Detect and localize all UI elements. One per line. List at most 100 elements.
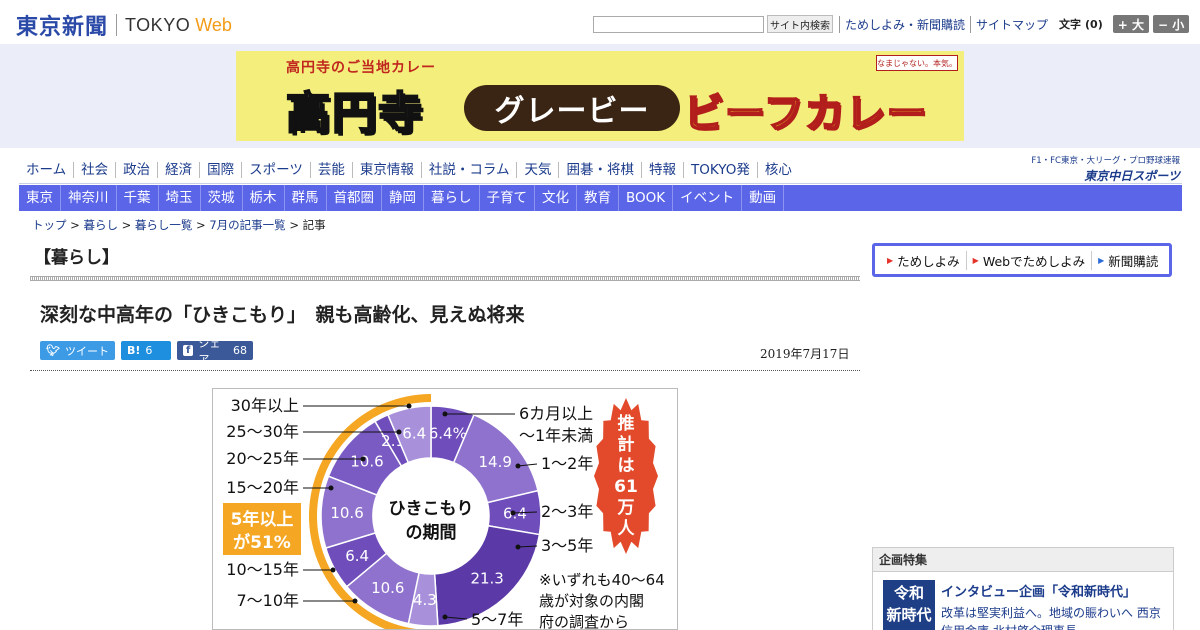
nav-primary-item[interactable]: 社会: [73, 162, 115, 178]
banner-subtitle: 高円寺のご当地カレー: [286, 60, 436, 76]
nav-secondary-item[interactable]: 群馬: [285, 185, 327, 211]
nav-secondary-item[interactable]: 茨城: [201, 185, 243, 211]
nav-secondary-item[interactable]: BOOK: [619, 185, 674, 211]
donut-value-label: 10.6: [350, 453, 383, 471]
nav-primary-item[interactable]: 経済: [157, 162, 199, 178]
nav-primary-item[interactable]: 核心: [756, 162, 799, 178]
donut-value-label: 10.6: [371, 579, 404, 597]
font-bigger-button[interactable]: + 大: [1112, 15, 1149, 33]
nav-secondary-item[interactable]: 子育て: [480, 185, 535, 211]
estimate-burst-text: 万: [617, 498, 635, 518]
nav-secondary-item[interactable]: イベント: [673, 185, 743, 211]
segment-label: 15〜20年: [226, 478, 299, 497]
sports-news-label: F1・FC東京・大リーグ・プロ野球速報: [1031, 156, 1180, 166]
feature-title-link[interactable]: インタビュー企画「令和新時代」: [941, 581, 1136, 600]
estimate-burst-text: は: [618, 456, 635, 476]
nav-secondary-item[interactable]: 首都圏: [327, 185, 382, 211]
donut-value-label: 21.3: [470, 569, 503, 587]
nav-secondary-item[interactable]: 千葉: [117, 185, 159, 211]
site-header: 東京新聞 TOKYO Web サイト内検索 ためしよみ・新聞購読 サイトマップ …: [0, 0, 1200, 44]
breadcrumb-link[interactable]: 暮らし: [83, 218, 118, 232]
nav-secondary-item[interactable]: 栃木: [243, 185, 285, 211]
hatena-count: 6: [145, 344, 153, 357]
sitemap-link[interactable]: サイトマップ: [970, 15, 1053, 33]
feature-thumbnail[interactable]: 令和 新時代: [883, 580, 935, 630]
estimate-burst-text: 人: [618, 519, 636, 539]
figure-note: ※いずれも40〜64: [539, 571, 665, 589]
headline-divider: [30, 370, 860, 371]
nav-primary-item[interactable]: 政治: [115, 162, 157, 178]
nav-primary-item[interactable]: スポーツ: [241, 162, 310, 178]
nav-primary-item[interactable]: 東京情報: [351, 162, 421, 178]
nav-secondary-item[interactable]: 東京: [19, 185, 61, 211]
nav-primary-item[interactable]: TOKYO発: [682, 162, 757, 178]
sidebar-link-web-trial[interactable]: ▶ Webでためしよみ: [967, 250, 1093, 270]
feature-thumb-line1: 令和: [893, 584, 924, 602]
site-search-button[interactable]: サイト内検索: [767, 15, 833, 33]
figure-note: 歳が対象の内閣: [539, 592, 644, 610]
feature-body-link[interactable]: 改革は堅実利益へ。地域の賑わいへ 西京信用金庫 北村啓介理事長: [941, 604, 1171, 630]
segment-label: 10〜15年: [226, 560, 299, 579]
facebook-icon: f: [183, 345, 194, 356]
five-plus-badge-line1: 5年以上: [231, 509, 294, 530]
nav-primary-item[interactable]: 特報: [640, 162, 683, 178]
font-size-count: (0): [1085, 17, 1103, 31]
banner-pill-text: グレービー: [494, 94, 650, 129]
leader-dot: [515, 463, 521, 469]
breadcrumb-link[interactable]: 7月の記事一覧: [209, 218, 285, 232]
font-smaller-button[interactable]: − 小: [1152, 15, 1190, 33]
donut-value-label: 10.6: [330, 504, 363, 522]
logo-japanese: 東京新聞: [16, 14, 109, 40]
nav-primary-item[interactable]: ホーム: [19, 162, 73, 178]
sidebar-link-trial[interactable]: ▶ ためしよみ: [881, 250, 967, 270]
breadcrumb-link[interactable]: 暮らし一覧: [135, 218, 193, 232]
nav-primary-item[interactable]: 芸能: [309, 162, 352, 178]
nav-secondary-item[interactable]: 暮らし: [424, 185, 480, 211]
section-rule: [30, 276, 860, 281]
banner-pill: グレービー: [464, 85, 680, 131]
search-input[interactable]: [593, 15, 764, 33]
five-plus-badge-line2: が51%: [233, 532, 291, 553]
nav-secondary-item[interactable]: 静岡: [382, 185, 424, 211]
estimate-burst-text: 推: [618, 413, 635, 434]
hikikomori-duration-donut: 6.4%14.96.421.34.310.66.410.610.62.16.4ひ…: [223, 394, 665, 629]
facebook-share-button[interactable]: f シェア 68: [177, 337, 253, 366]
segment-label: 7〜10年: [236, 591, 299, 610]
leader-dot: [510, 510, 516, 516]
hatena-bookmark-button[interactable]: B! 6: [121, 341, 171, 360]
breadcrumb-link[interactable]: トップ: [32, 218, 67, 232]
article-date: 2019年7月17日: [760, 347, 850, 361]
nav-secondary-item[interactable]: 文化: [535, 185, 577, 211]
segment-label: 1〜2年: [541, 454, 593, 473]
trial-subscribe-link[interactable]: ためしよみ・新聞購読: [839, 15, 970, 33]
utility-bar: サイト内検索 ためしよみ・新聞購読 サイトマップ 文字 (0) + 大 − 小: [593, 15, 1190, 33]
chunichi-sports-logo: 東京中日スポーツ: [1084, 169, 1180, 183]
donut-value-label: 6.4: [345, 547, 369, 565]
banner-main-text: 高円寺: [285, 87, 424, 140]
secondary-nav: 東京 神奈川 千葉 埼玉 茨城 栃木 群馬 首都圏 静岡 暮らし 子育て 文化 教育 BOOK イベント 動画: [19, 185, 1182, 211]
banner-ad[interactable]: 高円寺のご当地カレー 高円寺 グレービー ビーフカレー なまじゃない。本気。: [236, 51, 964, 141]
leader-dot: [515, 544, 521, 550]
leader-dot: [360, 456, 366, 462]
leader-dot: [352, 598, 358, 604]
nav-primary-item[interactable]: 囲碁・将棋: [558, 162, 641, 178]
donut-value-label: 6.4: [402, 425, 426, 443]
chunichi-sports-link[interactable]: F1・FC東京・大リーグ・プロ野球速報 東京中日スポーツ: [1024, 154, 1180, 184]
nav-primary-item[interactable]: 社説・コラム: [420, 162, 517, 178]
logo-web: Web: [195, 14, 232, 35]
nav-primary-item[interactable]: 天気: [516, 162, 558, 178]
nav-primary-item[interactable]: 国際: [199, 162, 241, 178]
estimate-burst-text: 計: [618, 434, 635, 455]
nav-secondary-item[interactable]: 動画: [742, 185, 785, 211]
donut-value-label: 14.9: [479, 453, 512, 471]
site-logo[interactable]: 東京新聞 TOKYO Web: [16, 9, 232, 41]
hatena-icon: B!: [127, 344, 141, 357]
segment-label: 20〜25年: [226, 449, 299, 468]
nav-secondary-item[interactable]: 埼玉: [159, 185, 201, 211]
tweet-button[interactable]: 🐦︎ ツイート: [40, 341, 115, 360]
nav-secondary-item[interactable]: 教育: [577, 185, 619, 211]
sidebar-link-web-trial-label: Webでためしよみ: [982, 253, 1086, 269]
sidebar-link-subscribe[interactable]: ▶ 新聞購読: [1092, 251, 1164, 270]
nav-secondary-item[interactable]: 神奈川: [61, 185, 117, 211]
arrow-icon: ▶: [887, 255, 894, 265]
